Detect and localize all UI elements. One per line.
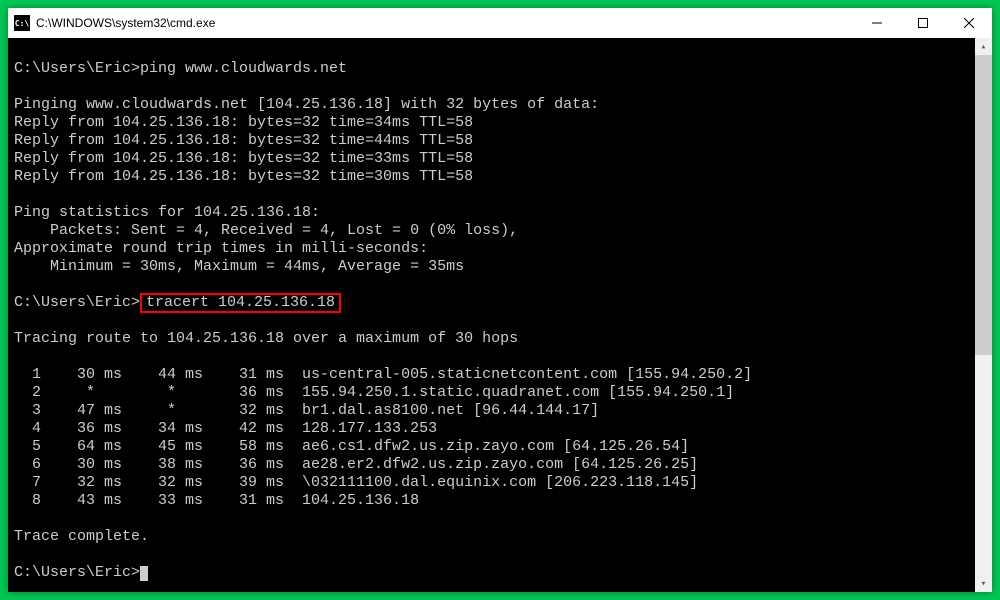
window-title: C:\WINDOWS\system32\cmd.exe — [36, 16, 854, 30]
cursor — [140, 566, 148, 581]
terminal-area: C:\Users\Eric>ping www.cloudwards.net Pi… — [8, 38, 992, 592]
scrollbar[interactable]: ▴ ▾ — [975, 38, 992, 592]
window-controls — [854, 8, 992, 38]
terminal-output[interactable]: C:\Users\Eric>ping www.cloudwards.net Pi… — [8, 38, 975, 592]
close-button[interactable] — [946, 8, 992, 38]
titlebar[interactable]: C:\ C:\WINDOWS\system32\cmd.exe — [8, 8, 992, 38]
scroll-up-button[interactable]: ▴ — [975, 38, 992, 55]
highlighted-command: tracert 104.25.136.18 — [140, 293, 341, 313]
scroll-thumb[interactable] — [975, 55, 992, 355]
cmd-window: C:\ C:\WINDOWS\system32\cmd.exe C:\Users… — [8, 8, 992, 592]
maximize-button[interactable] — [900, 8, 946, 38]
minimize-button[interactable] — [854, 8, 900, 38]
scroll-down-button[interactable]: ▾ — [975, 575, 992, 592]
cmd-icon: C:\ — [14, 15, 30, 31]
